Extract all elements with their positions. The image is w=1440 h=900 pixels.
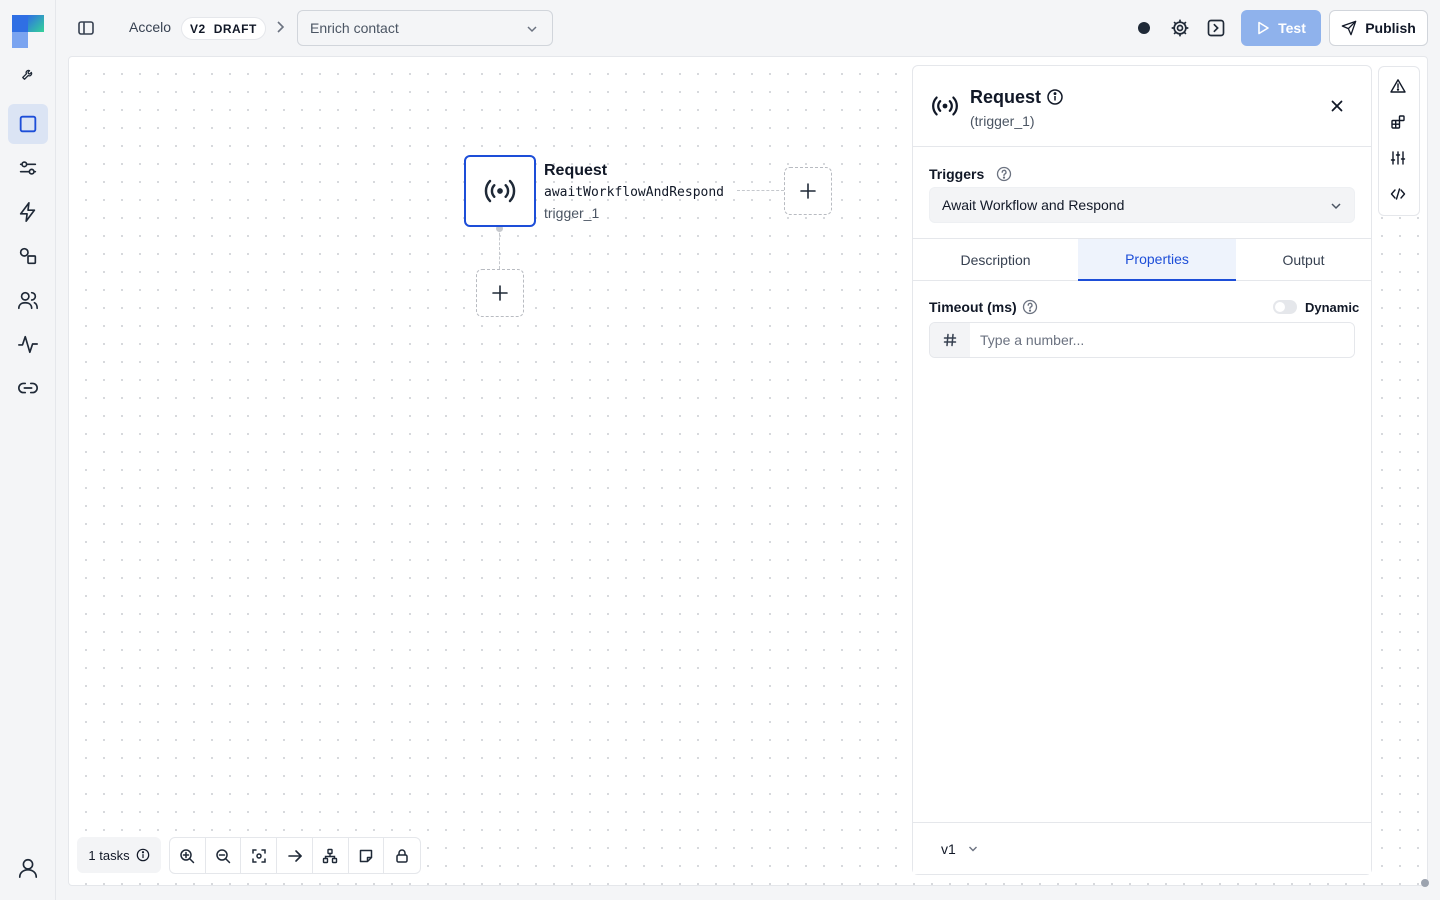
publish-button-label: Publish	[1365, 20, 1416, 36]
nav-activity-icon[interactable]	[8, 324, 48, 364]
canvas-controls	[169, 837, 421, 874]
node-version-value: v1	[941, 841, 956, 857]
workflow-select-value: Enrich contact	[310, 20, 399, 36]
chevron-down-icon	[1331, 203, 1341, 210]
timeout-label: Timeout (ms)	[929, 299, 1017, 315]
panel-subtitle: (trigger_1)	[970, 113, 1035, 129]
panel-footer: v1	[913, 822, 1371, 874]
chevron-right-icon	[277, 21, 285, 33]
dynamic-toggle[interactable]	[1273, 300, 1297, 314]
toggle-panel-icon[interactable]	[1206, 18, 1226, 38]
triggers-select[interactable]: Await Workflow and Respond	[929, 187, 1355, 223]
code-icon[interactable]	[1390, 186, 1408, 204]
node-id: trigger_1	[544, 205, 600, 221]
gear-icon[interactable]	[1170, 18, 1190, 38]
fit-view-icon[interactable]	[241, 838, 278, 873]
wrench-icon[interactable]	[8, 54, 48, 94]
connector-down	[499, 228, 500, 269]
zoom-out-icon[interactable]	[206, 838, 242, 873]
node-version-select[interactable]: v1	[941, 841, 978, 857]
auto-layout-icon[interactable]	[313, 838, 349, 873]
user-profile-icon[interactable]	[8, 848, 48, 888]
tab-description[interactable]: Description	[913, 239, 1078, 281]
chevron-down-icon	[968, 846, 977, 852]
arrow-right-icon[interactable]	[277, 838, 313, 873]
timeout-input[interactable]	[970, 323, 1354, 357]
add-node-below-button[interactable]	[476, 269, 524, 317]
tasks-counter[interactable]: 1 tasks	[77, 837, 161, 873]
add-node-right-button[interactable]	[784, 167, 832, 215]
nav-users-icon[interactable]	[8, 280, 48, 320]
publish-button[interactable]: Publish	[1329, 10, 1428, 46]
tasks-label: 1 tasks	[88, 847, 130, 863]
nav-connections-link-icon[interactable]	[8, 368, 48, 408]
request-trigger-node[interactable]	[464, 155, 536, 227]
nav-settings-sliders-icon[interactable]	[8, 148, 48, 188]
dynamic-toggle-label: Dynamic	[1305, 300, 1360, 315]
test-button-label: Test	[1278, 20, 1306, 36]
play-icon	[1258, 21, 1269, 35]
nav-triggers-lightning-icon[interactable]	[8, 192, 48, 232]
panel-tabs: Description Properties Output	[913, 238, 1371, 281]
sidebar-toggle-icon[interactable]	[76, 18, 96, 38]
triggers-select-value: Await Workflow and Respond	[942, 197, 1125, 213]
test-button[interactable]: Test	[1241, 10, 1321, 46]
panel-side-toolbar	[1378, 66, 1420, 216]
panel-title: Request	[970, 87, 1042, 107]
triggers-label: Triggers	[929, 166, 985, 182]
version-label: V2	[190, 21, 206, 36]
plus-icon	[800, 183, 816, 199]
components-icon[interactable]	[1390, 114, 1408, 132]
left-rail	[0, 0, 56, 900]
connection-status-dot	[1138, 22, 1150, 34]
chevron-down-icon	[527, 26, 537, 33]
zoom-in-icon[interactable]	[170, 838, 206, 873]
info-icon[interactable]	[1046, 88, 1064, 106]
help-circle-icon[interactable]	[996, 166, 1012, 182]
nav-workflows-square-icon[interactable]	[8, 104, 48, 144]
breadcrumb-project[interactable]: Accelo	[129, 19, 171, 35]
close-icon[interactable]	[1329, 98, 1345, 114]
workflow-canvas[interactable]: Request awaitWorkflowAndRespond trigger_…	[68, 56, 1429, 887]
sticky-note-icon[interactable]	[349, 838, 385, 873]
panel-header: Request (trigger_1)	[913, 66, 1371, 147]
timeout-field	[929, 322, 1355, 358]
broadcast-icon	[932, 96, 958, 116]
info-icon	[136, 848, 149, 862]
status-label: DRAFT	[213, 21, 257, 36]
broadcast-icon	[484, 179, 516, 203]
tab-properties[interactable]: Properties	[1078, 239, 1236, 281]
send-icon	[1341, 20, 1357, 36]
hash-icon	[930, 323, 970, 357]
warning-triangle-icon[interactable]	[1390, 78, 1408, 96]
version-status-badge: V2 DRAFT	[181, 17, 266, 40]
nav-components-shapes-icon[interactable]	[8, 236, 48, 276]
node-title: Request	[544, 162, 608, 179]
properties-panel: Request (trigger_1) Triggers Await Workf…	[912, 65, 1372, 875]
top-bar: Accelo V2 DRAFT Enrich contact Test Publ…	[56, 0, 1440, 56]
tuning-sliders-icon[interactable]	[1390, 150, 1408, 168]
workflow-select[interactable]: Enrich contact	[297, 10, 553, 46]
resize-handle[interactable]	[1421, 879, 1429, 887]
node-operation: awaitWorkflowAndRespond	[544, 185, 725, 200]
app-logo[interactable]	[12, 15, 44, 48]
plus-icon	[492, 285, 508, 301]
tab-output[interactable]: Output	[1236, 239, 1371, 281]
connector-right	[737, 190, 784, 191]
lock-icon[interactable]	[384, 838, 420, 873]
help-circle-icon[interactable]	[1022, 299, 1038, 315]
